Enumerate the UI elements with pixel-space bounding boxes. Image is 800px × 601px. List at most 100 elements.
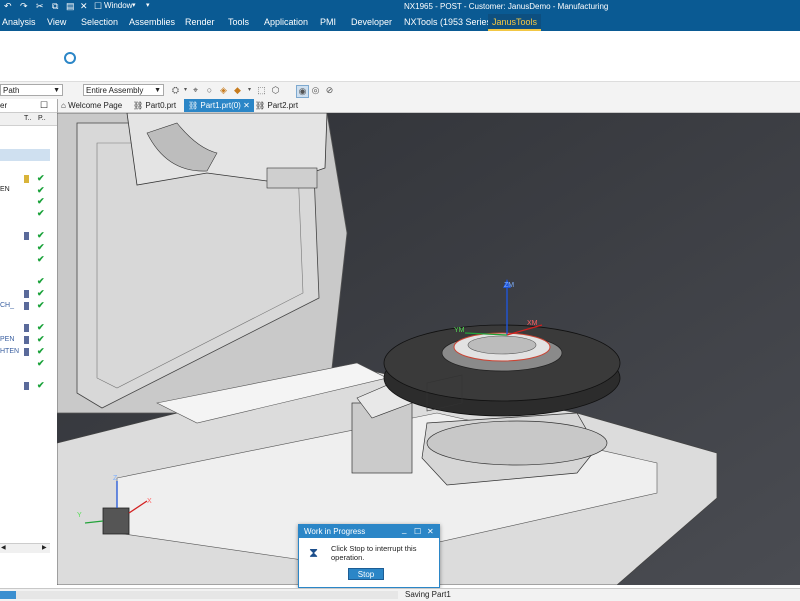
home-icon: ⌂: [61, 101, 66, 110]
scroll-left-icon[interactable]: ◀: [1, 544, 6, 551]
part-icon: ⛓: [133, 101, 144, 110]
progress-fill: [0, 591, 16, 599]
customize-icon[interactable]: ▾: [146, 1, 150, 9]
selection-scope-combo[interactable]: Entire Assembly ▼: [83, 84, 164, 96]
toolpath-status-icon: [24, 175, 29, 183]
circle-snap-icon[interactable]: ○: [204, 85, 215, 96]
chevron-down-icon: ▼: [53, 87, 60, 94]
undo-icon[interactable]: ↶: [4, 1, 12, 12]
type-filter-combo[interactable]: Path ▼: [0, 84, 63, 96]
graphics-viewport[interactable]: ZM XM YM Z X Y: [57, 113, 800, 585]
chevron-down-icon: ▼: [154, 87, 161, 94]
check-icon: ✔: [37, 196, 45, 206]
tab-part0[interactable]: ⛓ Part0.prt: [129, 99, 180, 112]
menu-selection[interactable]: Selection: [81, 17, 118, 27]
window-title: NX1965 - POST - Customer: JanusDemo - Ma…: [404, 2, 609, 11]
operation-navigator: er ☐ T.. P.. ✔ EN ✔ ✔ ✔ ✔ ✔ ✔ ✔ ✔ CH_ ✔ …: [0, 99, 58, 585]
column-toolpath[interactable]: T..: [24, 115, 31, 122]
maximize-icon[interactable]: ☐: [40, 100, 48, 111]
check-icon: ✔: [37, 358, 45, 368]
menu-analysis[interactable]: Analysis: [2, 17, 36, 27]
menu-assemblies[interactable]: Assemblies: [129, 17, 175, 27]
check-icon: ✔: [37, 334, 45, 344]
hourglass-icon: ⧗: [309, 545, 319, 560]
column-path[interactable]: P..: [38, 115, 46, 122]
operation-label[interactable]: PEN: [0, 336, 14, 343]
face-snap-icon[interactable]: ◈: [218, 85, 229, 96]
box-select-icon[interactable]: ⬡: [270, 85, 281, 96]
navigator-header: er ☐: [0, 99, 57, 113]
show-hidden-icon[interactable]: ◉: [296, 85, 309, 98]
title-bar: ↶ ↷ ✂ ⧉ ▤ ✕ ☐ Window ▾ ▾ NX1965 - POST -…: [0, 0, 800, 14]
toolpath-status-icon: [24, 290, 29, 298]
maximize-icon[interactable]: ☐: [414, 527, 421, 536]
check-icon: ✔: [37, 276, 45, 286]
hide-icon[interactable]: ⊘: [324, 85, 335, 96]
toolpath-status-icon: [24, 324, 29, 332]
menu-nxtools[interactable]: NXTools (1953 Series): [404, 17, 494, 27]
snap-dropdown-icon[interactable]: ▾: [244, 85, 255, 96]
delete-icon[interactable]: ✕: [80, 1, 88, 12]
operation-label[interactable]: HTEN: [0, 348, 19, 355]
tab-part1[interactable]: ⛓ Part1.prt(0) ✕: [184, 99, 254, 112]
paste-icon[interactable]: ▤: [66, 1, 75, 12]
triad-x-label: X: [147, 498, 152, 505]
tab-label: Part2.prt: [267, 101, 299, 110]
menu-view[interactable]: View: [47, 17, 66, 27]
toolpath-status-icon: [24, 302, 29, 310]
minimize-icon[interactable]: _: [402, 525, 406, 534]
type-filter-value: Path: [3, 86, 20, 95]
toolpath-status-icon: [24, 336, 29, 344]
view-eye-icon[interactable]: ◎: [310, 85, 321, 96]
dialog-message: Click Stop to interrupt this operation.: [331, 544, 417, 562]
dialog-title-bar[interactable]: Work in Progress _ ☐ ✕: [299, 525, 439, 538]
operation-label[interactable]: CH_: [0, 302, 14, 309]
snap-point-icon[interactable]: ⌖: [190, 85, 201, 96]
copy-icon[interactable]: ⧉: [52, 1, 58, 12]
triad-z-label: Z: [113, 475, 118, 482]
tab-welcome-page[interactable]: ⌂ Welcome Page: [57, 99, 126, 112]
cut-icon[interactable]: ✂: [36, 1, 44, 12]
axis-z-label: ZM: [504, 282, 514, 289]
cube-snap-icon[interactable]: ⬚: [256, 85, 267, 96]
tab-label: Welcome Page: [68, 101, 123, 110]
redo-icon[interactable]: ↷: [20, 1, 28, 12]
tab-part2[interactable]: ⛓ Part2.prt: [251, 99, 302, 112]
window-menu[interactable]: Window: [104, 1, 132, 10]
menu-developer[interactable]: Developer: [351, 17, 392, 27]
tab-label: Part0.prt: [145, 101, 177, 110]
scroll-right-icon[interactable]: ▶: [42, 544, 47, 551]
status-bar: Saving Part1: [0, 588, 800, 601]
dialog-title: Work in Progress: [304, 527, 366, 536]
close-tab-icon[interactable]: ✕: [243, 101, 250, 110]
navigator-title: er: [0, 101, 8, 110]
axis-x-label: XM: [527, 320, 538, 327]
operation-label[interactable]: EN: [0, 186, 10, 193]
navigator-horizontal-scrollbar[interactable]: ◀ ▶: [0, 543, 50, 553]
check-icon: ✔: [37, 230, 45, 240]
navigator-column-header: T.. P..: [0, 113, 57, 126]
spindle-nose: [266, 167, 318, 189]
window-menu-dropdown-icon[interactable]: ▾: [132, 1, 136, 9]
selection-scope-value: Entire Assembly: [86, 86, 144, 95]
tab-label: Part1.prt(0): [200, 101, 241, 110]
check-icon: ✔: [37, 242, 45, 252]
part-icon: ⛓: [188, 101, 199, 110]
progress-bar: [0, 591, 398, 599]
check-icon: ✔: [37, 322, 45, 332]
stop-button[interactable]: Stop: [348, 568, 384, 580]
menu-janustools[interactable]: JanusTools: [488, 14, 542, 31]
menu-application[interactable]: Application: [264, 17, 308, 27]
window-menu-icon[interactable]: ☐: [94, 1, 102, 12]
check-icon: ✔: [37, 300, 45, 310]
loading-spinner-icon: [64, 52, 76, 64]
toolpath-status-icon: [24, 382, 29, 390]
selected-row[interactable]: [0, 149, 50, 161]
document-tabs: ⌂ Welcome Page ⛓ Part0.prt ⛓ Part1.prt(0…: [57, 99, 800, 113]
close-icon[interactable]: ✕: [427, 527, 434, 536]
menu-pmi[interactable]: PMI: [320, 17, 336, 27]
menu-render[interactable]: Render: [185, 17, 215, 27]
menu-tools[interactable]: Tools: [228, 17, 249, 27]
body-snap-icon[interactable]: ◆: [232, 85, 243, 96]
toolpath-status-icon: [24, 348, 29, 356]
